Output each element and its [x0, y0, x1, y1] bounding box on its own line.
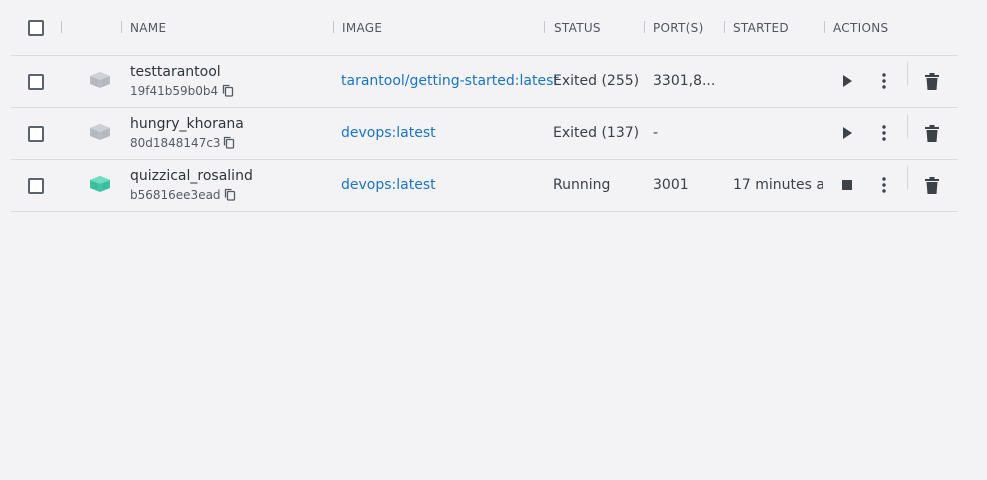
image-link[interactable]: tarantool/getting-started:latest — [341, 73, 559, 89]
containers-table: NAME IMAGE STATUS PORT(S) STARTED ACTION… — [11, 0, 958, 212]
trash-icon — [925, 176, 939, 194]
container-name[interactable]: testtarantool — [130, 64, 221, 80]
container-cube-icon — [90, 72, 110, 88]
header-name[interactable]: NAME — [130, 21, 166, 35]
header-status[interactable]: STATUS — [554, 21, 601, 35]
kebab-menu-icon — [882, 125, 886, 141]
kebab-menu-icon — [882, 177, 886, 193]
start-button[interactable] — [836, 122, 858, 144]
status-text: Running — [553, 177, 611, 193]
row-checkbox[interactable] — [28, 74, 44, 90]
header-separator — [544, 21, 545, 33]
status-text: Exited (137) — [553, 125, 640, 141]
actions-divider — [907, 166, 908, 190]
copy-icon[interactable] — [223, 136, 235, 149]
play-icon — [843, 127, 852, 139]
header-separator — [724, 21, 725, 33]
container-cube-icon — [90, 176, 110, 192]
header-separator — [824, 21, 825, 33]
stop-icon — [842, 180, 852, 190]
row-checkbox[interactable] — [28, 126, 44, 142]
more-actions-button[interactable] — [873, 122, 895, 144]
select-all-checkbox[interactable] — [28, 20, 44, 36]
header-image[interactable]: IMAGE — [342, 21, 382, 35]
header-separator — [61, 21, 62, 33]
container-id: 80d1848147c3 — [130, 136, 221, 150]
stop-button[interactable] — [836, 174, 858, 196]
table-row[interactable]: testtarantool 19f41b59b0b4 tarantool/get… — [11, 56, 958, 108]
actions-divider — [907, 114, 908, 138]
container-name[interactable]: quizzical_rosalind — [130, 168, 253, 184]
header-started[interactable]: STARTED — [733, 21, 789, 35]
table-row[interactable]: hungry_khorana 80d1848147c3 devops:lates… — [11, 108, 958, 160]
header-separator — [333, 21, 334, 33]
image-link[interactable]: devops:latest — [341, 125, 436, 141]
header-ports[interactable]: PORT(S) — [653, 21, 704, 35]
actions-divider — [907, 62, 908, 86]
image-link[interactable]: devops:latest — [341, 177, 436, 193]
ports-text[interactable]: 3001 — [653, 177, 717, 193]
copy-icon[interactable] — [222, 84, 234, 97]
container-name[interactable]: hungry_khorana — [130, 116, 244, 132]
trash-icon — [925, 124, 939, 142]
container-cube-icon — [90, 124, 110, 140]
header-separator — [644, 21, 645, 33]
container-id: b56816ee3ead — [130, 188, 221, 202]
status-text: Exited (255) — [553, 73, 640, 89]
delete-button[interactable] — [921, 174, 943, 196]
kebab-menu-icon — [882, 73, 886, 89]
header-separator — [121, 21, 122, 33]
container-id: 19f41b59b0b4 — [130, 84, 219, 98]
table-header: NAME IMAGE STATUS PORT(S) STARTED ACTION… — [11, 0, 958, 56]
delete-button[interactable] — [921, 122, 943, 144]
row-checkbox[interactable] — [28, 178, 44, 194]
trash-icon — [925, 72, 939, 90]
header-actions: ACTIONS — [833, 21, 889, 35]
play-icon — [843, 75, 852, 87]
ports-text[interactable]: 3301,8... — [653, 73, 717, 89]
copy-icon[interactable] — [224, 188, 236, 201]
more-actions-button[interactable] — [873, 174, 895, 196]
table-row[interactable]: quizzical_rosalind b56816ee3ead devops:l… — [11, 160, 958, 212]
ports-text: - — [653, 125, 659, 141]
more-actions-button[interactable] — [873, 70, 895, 92]
started-text: 17 minutes ag — [733, 177, 823, 193]
delete-button[interactable] — [921, 70, 943, 92]
start-button[interactable] — [836, 70, 858, 92]
